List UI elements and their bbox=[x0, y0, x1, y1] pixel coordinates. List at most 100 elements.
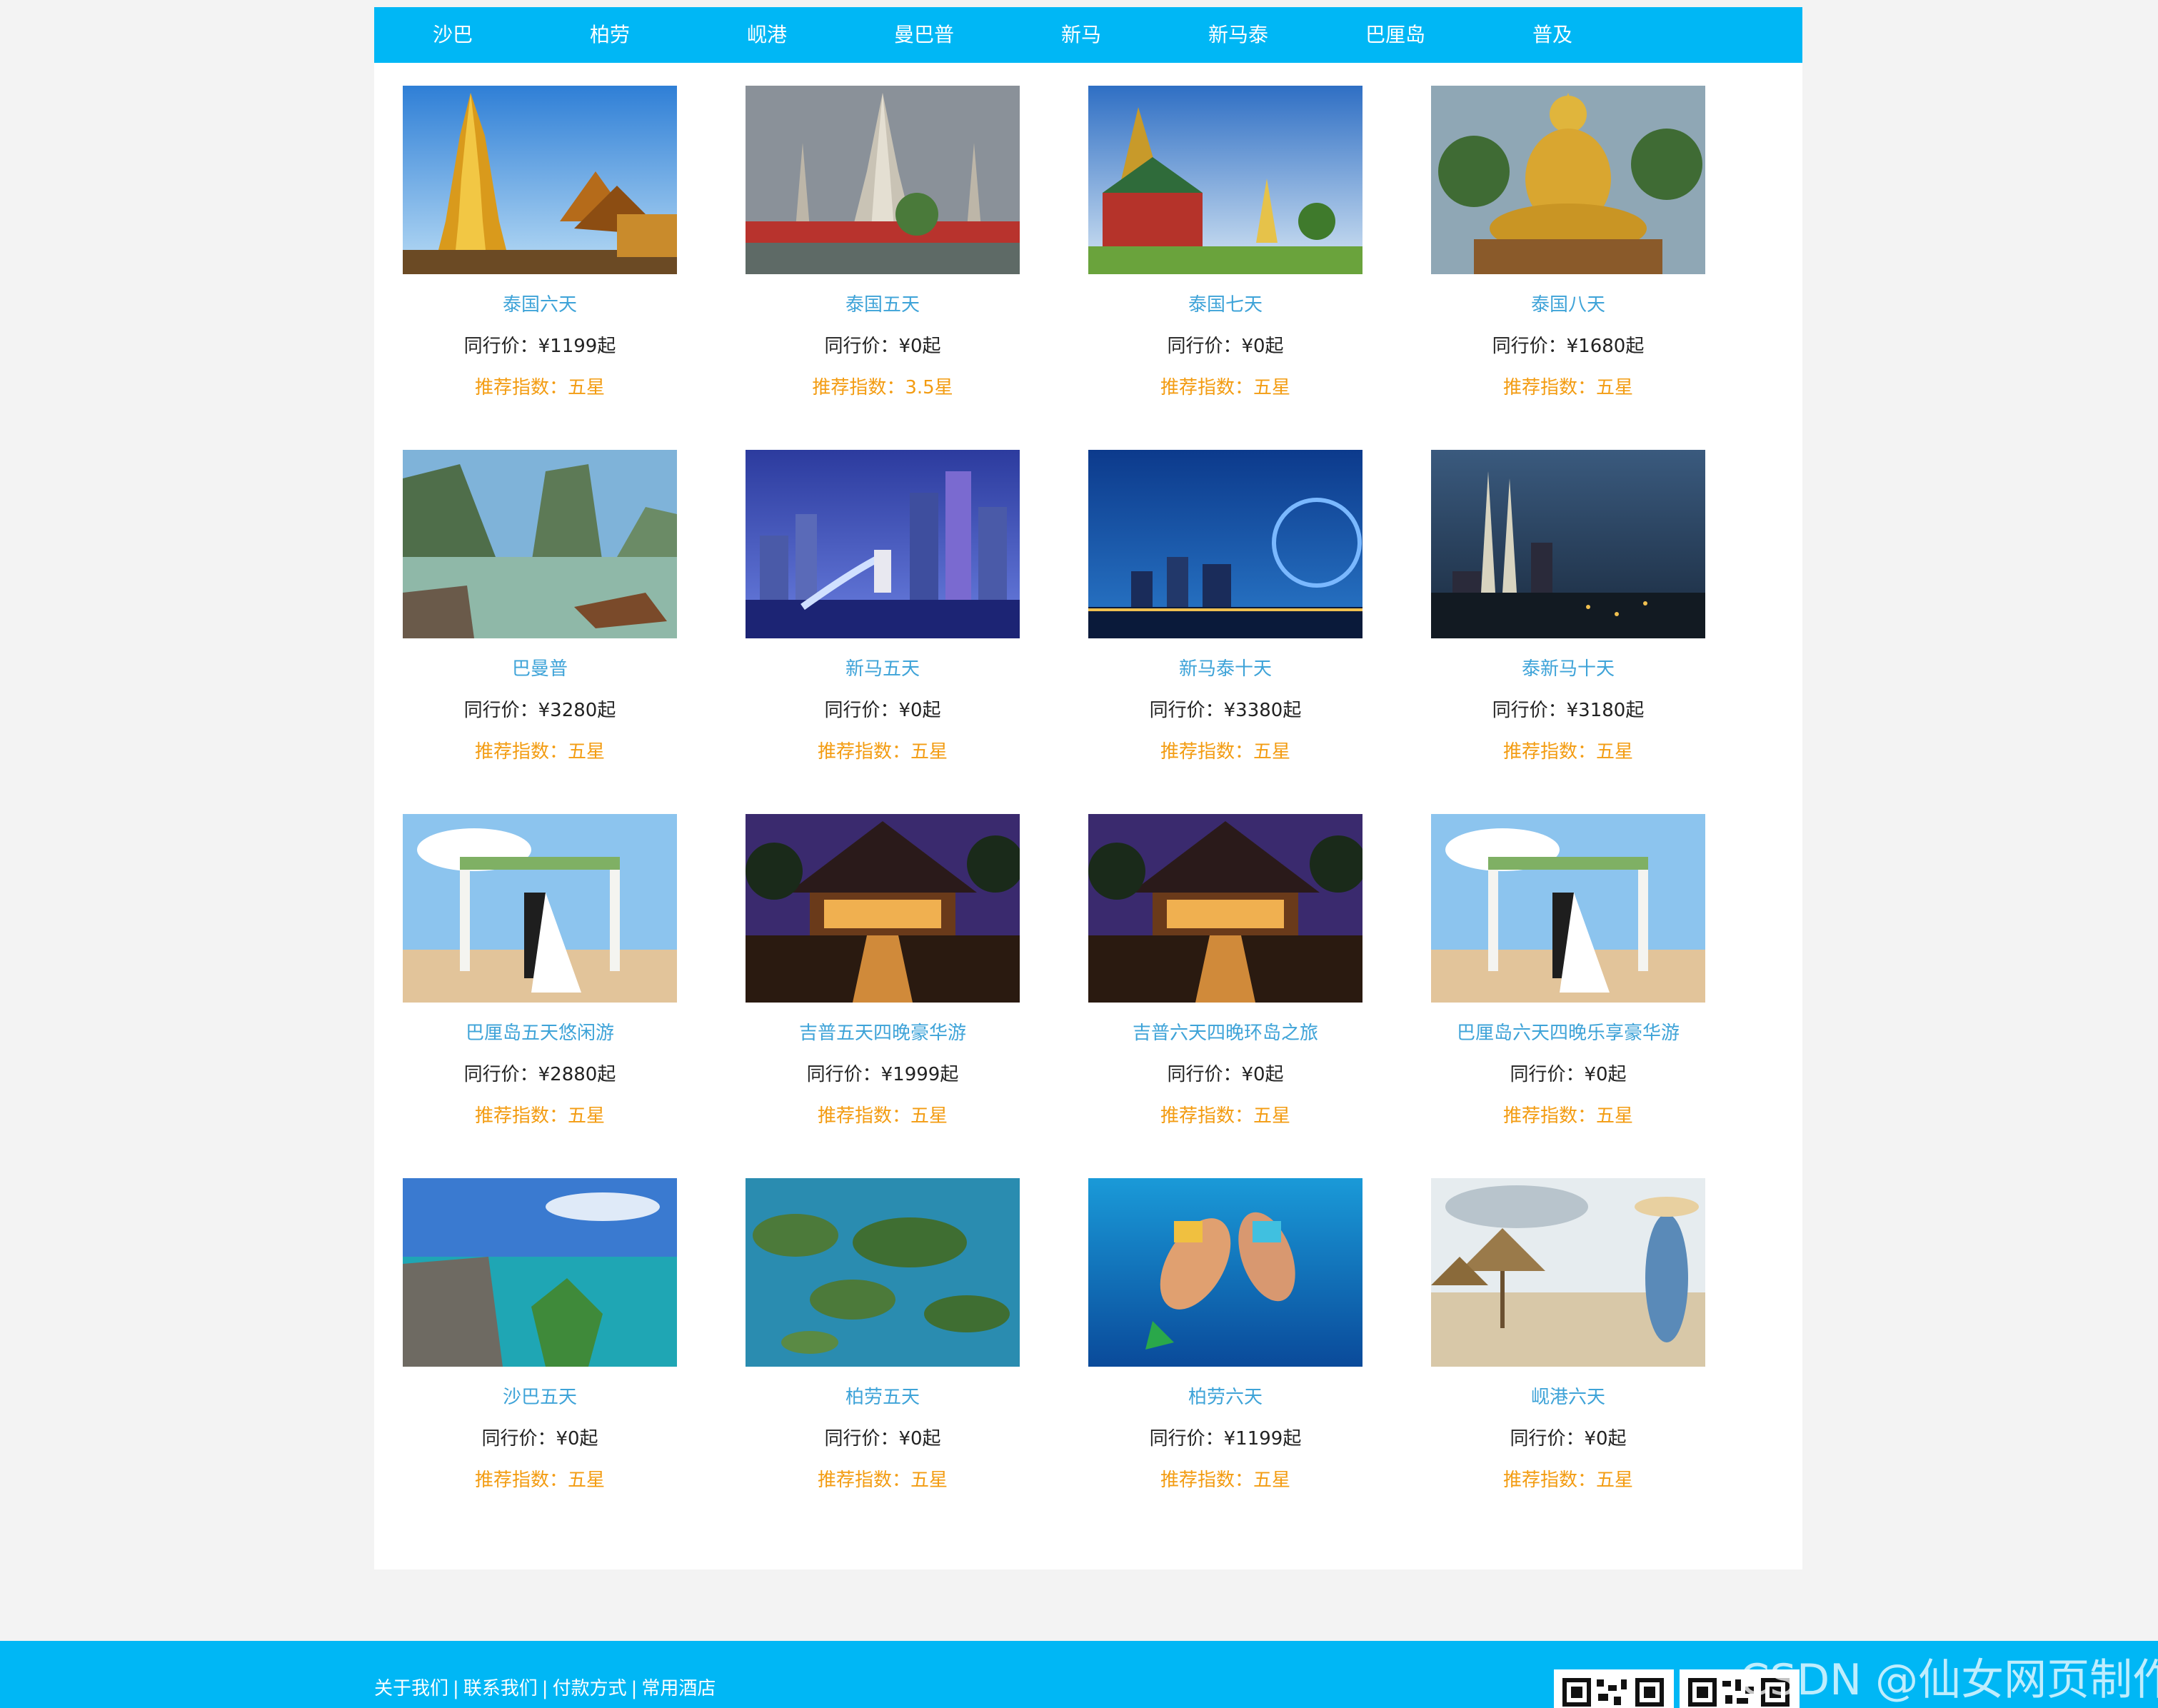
resort-night-image[interactable] bbox=[746, 814, 1020, 1003]
product-card: 泰新马十天 同行价：¥3180起 推荐指数：五星 bbox=[1431, 450, 1705, 785]
qr-code-icon bbox=[1554, 1669, 1674, 1708]
footer-link-contact[interactable]: 联系我们 bbox=[463, 1678, 538, 1699]
product-rating: 推荐指数：五星 bbox=[817, 1470, 948, 1491]
product-rating: 推荐指数：五星 bbox=[1160, 377, 1290, 398]
product-title[interactable]: 泰国八天 bbox=[1431, 290, 1705, 316]
product-title[interactable]: 吉普五天四晚豪华游 bbox=[746, 1018, 1020, 1045]
product-price: 同行价：¥0起 bbox=[1510, 1064, 1627, 1085]
product-card: 吉普五天四晚豪华游 同行价：¥1999起 推荐指数：五星 bbox=[746, 814, 1020, 1150]
footer-link-about[interactable]: 关于我们 bbox=[374, 1678, 448, 1699]
footer-link-payment[interactable]: 付款方式 bbox=[553, 1678, 627, 1699]
nav-item-sabah[interactable]: 沙巴 bbox=[374, 7, 531, 63]
nav-item-singapore-malaysia-thailand[interactable]: 新马泰 bbox=[1160, 7, 1317, 63]
product-title[interactable]: 柏劳五天 bbox=[746, 1382, 1020, 1409]
top-navigation-bar: 沙巴 柏劳 岘港 曼巴普 新马 新马泰 巴厘岛 普及 bbox=[374, 7, 1802, 63]
product-rating: 推荐指数：五星 bbox=[474, 377, 605, 398]
product-rating: 推荐指数：五星 bbox=[817, 1105, 948, 1127]
product-card: 沙巴五天 同行价：¥0起 推荐指数：五星 bbox=[403, 1178, 677, 1514]
product-rating: 推荐指数：五星 bbox=[474, 1470, 605, 1491]
product-rating: 推荐指数：五星 bbox=[474, 1105, 605, 1127]
product-title[interactable]: 巴曼普 bbox=[403, 654, 677, 680]
product-card: 吉普六天四晚环岛之旅 同行价：¥0起 推荐指数：五星 bbox=[1088, 814, 1362, 1150]
snorkeling-image[interactable] bbox=[1088, 1178, 1362, 1367]
footer-links: 关于我们 | 联系我们 | 付款方式 | 常用酒店 bbox=[374, 1674, 716, 1700]
footer-separator: | bbox=[631, 1678, 638, 1699]
beach-umbrellas-image[interactable] bbox=[1431, 1178, 1705, 1367]
product-price: 同行价：¥0起 bbox=[824, 1428, 941, 1450]
singapore-flyer-image[interactable] bbox=[1088, 450, 1362, 638]
product-rating: 推荐指数：五星 bbox=[1502, 1470, 1633, 1491]
resort-night-image[interactable] bbox=[1088, 814, 1362, 1003]
product-title[interactable]: 泰国六天 bbox=[403, 290, 677, 316]
product-rating: 推荐指数：五星 bbox=[1502, 1105, 1633, 1127]
product-card: 巴厘岛六天四晚乐享豪华游 同行价：¥0起 推荐指数：五星 bbox=[1431, 814, 1705, 1150]
grand-palace-image[interactable] bbox=[1088, 86, 1362, 274]
product-card: 泰国五天 同行价：¥0起 推荐指数：3.5星 bbox=[746, 86, 1020, 421]
product-title[interactable]: 新马泰十天 bbox=[1088, 654, 1362, 680]
product-rating: 推荐指数：五星 bbox=[1160, 1470, 1290, 1491]
nav-item-singapore-malaysia[interactable]: 新马 bbox=[1003, 7, 1160, 63]
product-card: 柏劳六天 同行价：¥1199起 推荐指数：五星 bbox=[1088, 1178, 1362, 1514]
product-card: 巴曼普 同行价：¥3280起 推荐指数：五星 bbox=[403, 450, 677, 785]
product-price: 同行价：¥0起 bbox=[481, 1428, 598, 1450]
product-card: 新马泰十天 同行价：¥3380起 推荐指数：五星 bbox=[1088, 450, 1362, 785]
product-card: 新马五天 同行价：¥0起 推荐指数：五星 bbox=[746, 450, 1020, 785]
phang-nga-bay-image[interactable] bbox=[403, 450, 677, 638]
product-title[interactable]: 泰国七天 bbox=[1088, 290, 1362, 316]
nav-item-bali[interactable]: 巴厘岛 bbox=[1317, 7, 1474, 63]
product-price: 同行价：¥0起 bbox=[824, 336, 941, 357]
product-card: 岘港六天 同行价：¥0起 推荐指数：五星 bbox=[1431, 1178, 1705, 1514]
merlion-night-image[interactable] bbox=[746, 450, 1020, 638]
golden-buddha-image[interactable] bbox=[1431, 86, 1705, 274]
product-price: 同行价：¥1999起 bbox=[806, 1064, 959, 1085]
product-price: 同行价：¥1680起 bbox=[1492, 336, 1645, 357]
product-card: 泰国七天 同行价：¥0起 推荐指数：五星 bbox=[1088, 86, 1362, 421]
product-card: 柏劳五天 同行价：¥0起 推荐指数：五星 bbox=[746, 1178, 1020, 1514]
product-title[interactable]: 柏劳六天 bbox=[1088, 1382, 1362, 1409]
footer-separator: | bbox=[453, 1678, 459, 1699]
product-title[interactable]: 沙巴五天 bbox=[403, 1382, 677, 1409]
product-card: 泰国八天 同行价：¥1680起 推荐指数：五星 bbox=[1431, 86, 1705, 421]
nav-item-palau[interactable]: 柏劳 bbox=[531, 7, 688, 63]
product-price: 同行价：¥0起 bbox=[824, 700, 941, 721]
product-price: 同行价：¥1199起 bbox=[1149, 1428, 1302, 1450]
product-rating: 推荐指数：3.5星 bbox=[812, 377, 953, 398]
product-price: 同行价：¥0起 bbox=[1167, 336, 1284, 357]
product-rating: 推荐指数：五星 bbox=[817, 741, 948, 763]
product-rating: 推荐指数：五星 bbox=[1160, 741, 1290, 763]
product-title[interactable]: 吉普六天四晚环岛之旅 bbox=[1088, 1018, 1362, 1045]
product-price: 同行价：¥3280起 bbox=[463, 700, 616, 721]
product-price: 同行价：¥3380起 bbox=[1149, 700, 1302, 721]
product-rating: 推荐指数：五星 bbox=[1160, 1105, 1290, 1127]
product-card: 泰国六天 同行价：¥1199起 推荐指数：五星 bbox=[403, 86, 677, 421]
product-price: 同行价：¥3180起 bbox=[1492, 700, 1645, 721]
wat-arun-image[interactable] bbox=[746, 86, 1020, 274]
boardwalk-sea-image[interactable] bbox=[403, 1178, 677, 1367]
product-rating: 推荐指数：五星 bbox=[1502, 377, 1633, 398]
product-rating: 推荐指数：五星 bbox=[1502, 741, 1633, 763]
nav-item-danang[interactable]: 岘港 bbox=[688, 7, 845, 63]
nav-item-bangkok-bali-phuket[interactable]: 曼巴普 bbox=[845, 7, 1003, 63]
product-price: 同行价：¥2880起 bbox=[463, 1064, 616, 1085]
product-price: 同行价：¥0起 bbox=[1510, 1428, 1627, 1450]
product-title[interactable]: 泰国五天 bbox=[746, 290, 1020, 316]
beach-wedding-image[interactable] bbox=[403, 814, 677, 1003]
product-title[interactable]: 岘港六天 bbox=[1431, 1382, 1705, 1409]
product-rating: 推荐指数：五星 bbox=[474, 741, 605, 763]
golden-pagoda-image[interactable] bbox=[403, 86, 677, 274]
product-title[interactable]: 巴厘岛六天四晚乐享豪华游 bbox=[1431, 1018, 1705, 1045]
beach-wedding-image[interactable] bbox=[1431, 814, 1705, 1003]
petronas-towers-image[interactable] bbox=[1431, 450, 1705, 638]
product-card: 巴厘岛五天悠闲游 同行价：¥2880起 推荐指数：五星 bbox=[403, 814, 677, 1150]
product-title[interactable]: 泰新马十天 bbox=[1431, 654, 1705, 680]
product-price: 同行价：¥0起 bbox=[1167, 1064, 1284, 1085]
product-price: 同行价：¥1199起 bbox=[463, 336, 616, 357]
footer-separator: | bbox=[541, 1678, 548, 1699]
csdn-watermark: CSDN @仙女网页制作 bbox=[1740, 1655, 2158, 1705]
content-panel: 沙巴 柏劳 岘港 曼巴普 新马 新马泰 巴厘岛 普及 泰国六天 同行价：¥119… bbox=[374, 7, 1802, 1569]
nav-item-phuket[interactable]: 普及 bbox=[1474, 7, 1631, 63]
footer-link-hotels[interactable]: 常用酒店 bbox=[641, 1678, 716, 1699]
product-title[interactable]: 新马五天 bbox=[746, 654, 1020, 680]
product-title[interactable]: 巴厘岛五天悠闲游 bbox=[403, 1018, 677, 1045]
rock-islands-image[interactable] bbox=[746, 1178, 1020, 1367]
